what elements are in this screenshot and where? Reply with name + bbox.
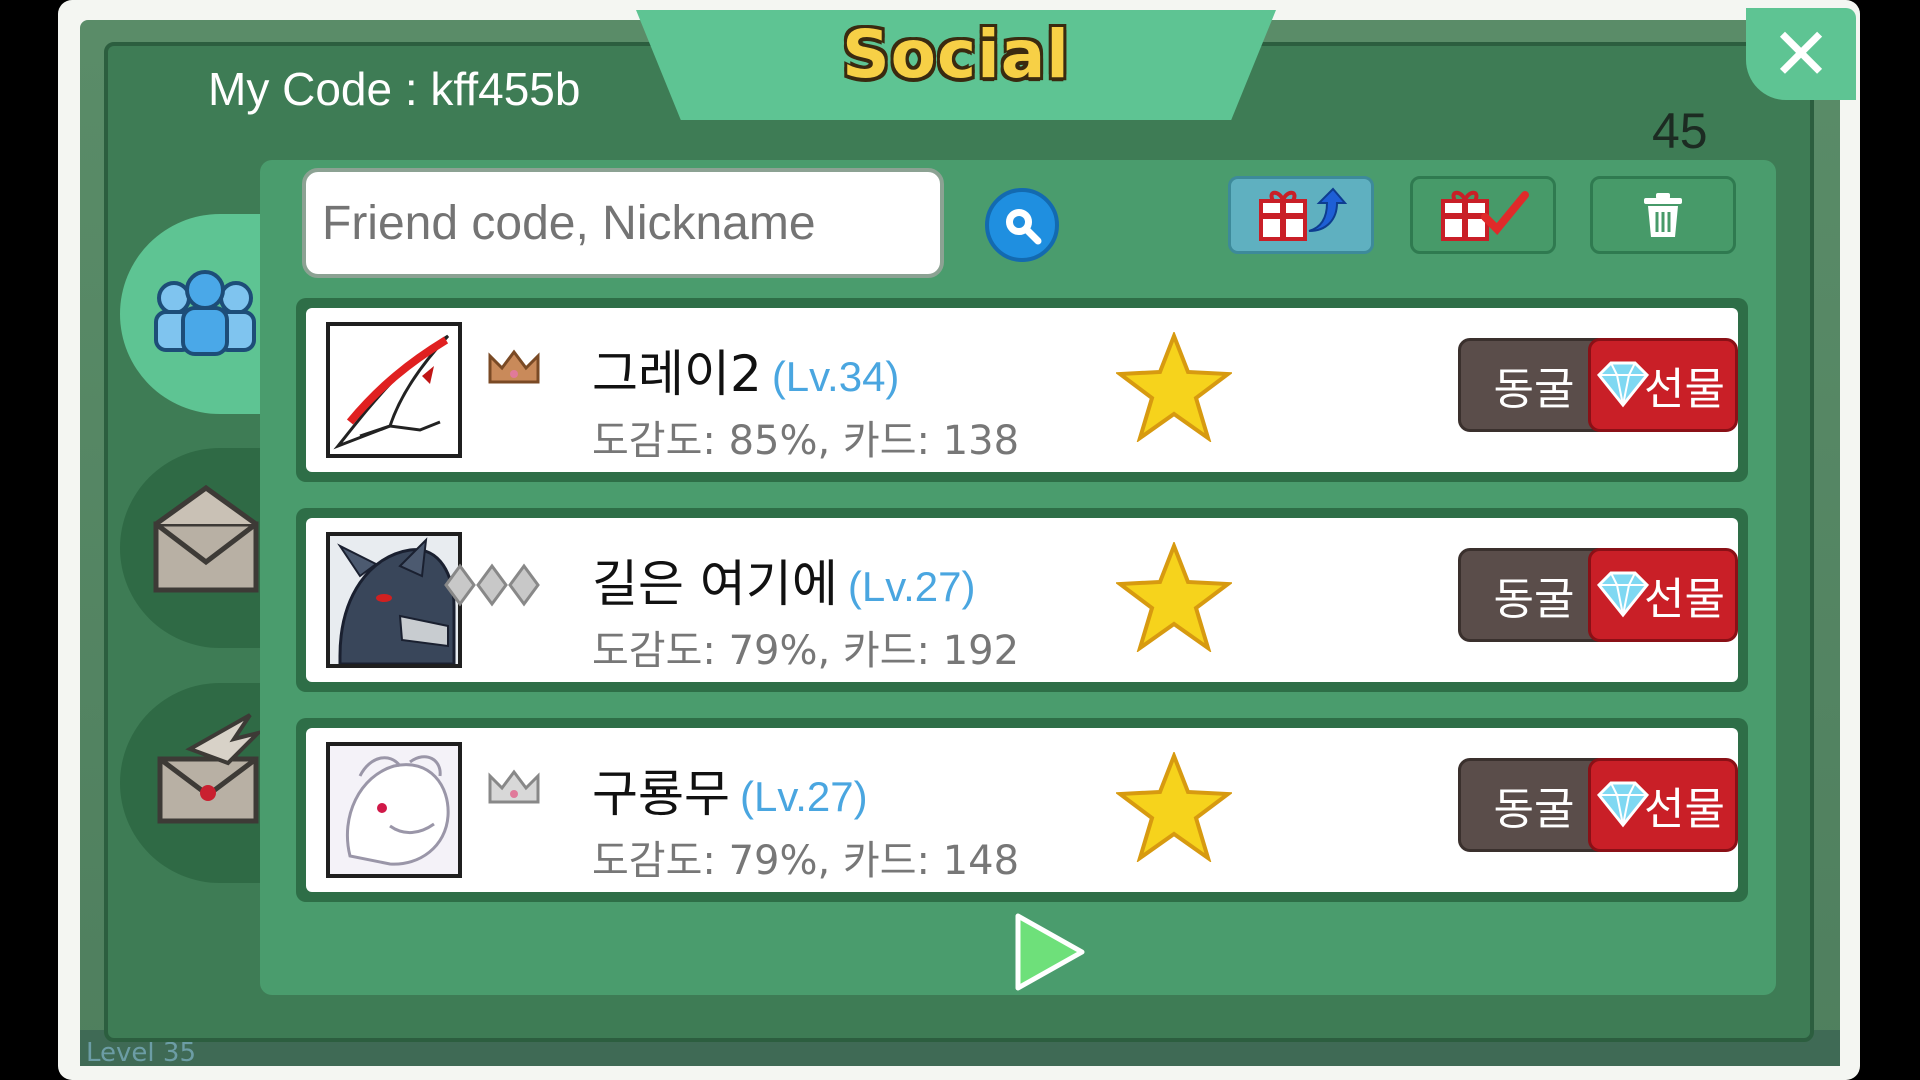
send-gift-label: 선물 <box>1644 784 1725 835</box>
crown-silver-icon <box>488 769 540 804</box>
background-level-label: Level 35 <box>86 1038 196 1068</box>
friend-name: 그레이2 <box>592 345 762 403</box>
send-all-gifts-button[interactable] <box>1228 176 1374 254</box>
close-button[interactable]: ✕ <box>1746 8 1856 100</box>
search-input[interactable] <box>302 168 944 278</box>
dragon-avatar-icon <box>333 334 450 450</box>
diamonds-silver-icon <box>444 563 540 607</box>
letter-wing-icon <box>157 713 265 824</box>
diamond-icon <box>1596 361 1650 408</box>
delete-friends-button[interactable] <box>1590 176 1736 254</box>
send-gift-button[interactable]: 선물 <box>1588 758 1738 852</box>
friend-card: 길은 여기에 (Lv.27) 도감도: 79%, 카드: 192 동굴 선물 <box>306 518 1738 682</box>
receive-all-gifts-button[interactable] <box>1410 176 1556 254</box>
next-page-button[interactable] <box>1012 912 1088 992</box>
friend-avatar[interactable] <box>326 532 462 668</box>
friend-row: 길은 여기에 (Lv.27) 도감도: 79%, 카드: 192 동굴 선물 <box>296 508 1748 692</box>
friend-level: (Lv.34) <box>771 353 900 400</box>
friend-level: (Lv.27) <box>740 773 868 820</box>
send-gift-label: 선물 <box>1644 574 1725 625</box>
friend-name: 길은 여기에 <box>592 555 838 613</box>
diamond-icon <box>1596 571 1650 618</box>
friend-name: 구룡무 <box>592 765 730 823</box>
friend-card: 그레이2 (Lv.34) 도감도: 85%, 카드: 138 동굴 선물 <box>306 308 1738 472</box>
friend-stats: 도감도: 85%, 카드: 138 <box>592 418 1020 464</box>
friend-avatar[interactable] <box>326 742 462 878</box>
my-code-label: My Code : kff455b <box>208 63 581 115</box>
close-icon: ✕ <box>1770 12 1832 96</box>
diamond-icon <box>1596 781 1650 828</box>
dragon-avatar-icon <box>330 536 458 664</box>
search-icon <box>1006 209 1042 245</box>
gift-send-icon <box>1259 187 1348 241</box>
friend-row: 구룡무 (Lv.27) 도감도: 79%, 카드: 148 동굴 선물 <box>296 718 1748 902</box>
friend-count: 45 <box>1652 103 1708 159</box>
search-button[interactable] <box>985 188 1059 262</box>
dragon-avatar-icon <box>330 746 458 874</box>
friend-level: (Lv.27) <box>847 563 976 610</box>
friend-card: 구룡무 (Lv.27) 도감도: 79%, 카드: 148 동굴 선물 <box>306 728 1738 892</box>
friend-stats: 도감도: 79%, 카드: 192 <box>592 628 1020 674</box>
friend-avatar[interactable] <box>326 322 462 458</box>
send-gift-label: 선물 <box>1644 364 1725 415</box>
send-gift-button[interactable]: 선물 <box>1588 338 1738 432</box>
gift-check-icon <box>1441 190 1529 241</box>
crown-bronze-icon <box>488 349 540 384</box>
trash-icon <box>1644 193 1682 237</box>
envelope-icon <box>153 484 259 593</box>
send-gift-button[interactable]: 선물 <box>1588 548 1738 642</box>
favorite-star-icon[interactable] <box>1116 542 1232 652</box>
dialog-title: Social <box>842 16 1070 93</box>
favorite-star-icon[interactable] <box>1116 332 1232 442</box>
favorite-star-icon[interactable] <box>1116 752 1232 862</box>
friend-row: 그레이2 (Lv.34) 도감도: 85%, 카드: 138 동굴 선물 <box>296 298 1748 482</box>
friends-icon <box>154 270 256 356</box>
friend-stats: 도감도: 79%, 카드: 148 <box>592 838 1020 884</box>
